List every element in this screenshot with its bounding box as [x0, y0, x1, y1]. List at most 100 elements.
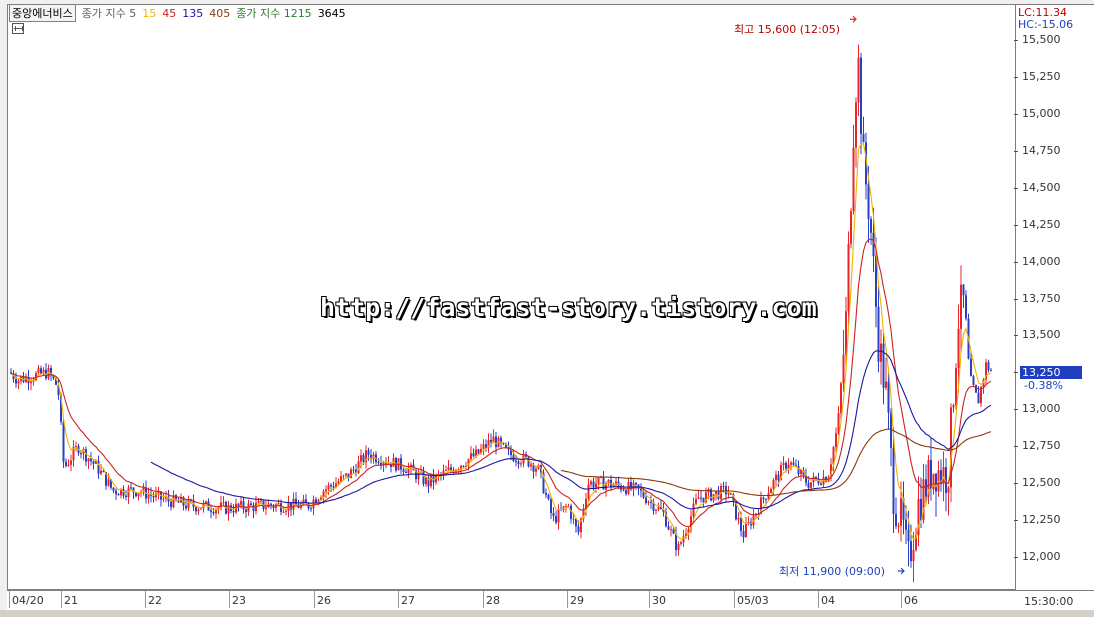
y-tick-label: 14,000	[1014, 254, 1061, 268]
ma-135-value: 135	[182, 6, 204, 20]
candle-body	[877, 306, 880, 362]
candle-body	[340, 476, 342, 482]
candle-body	[935, 473, 937, 492]
candle-body	[680, 542, 682, 545]
candle-body	[17, 380, 20, 384]
candle-body	[745, 523, 747, 538]
candle-body	[670, 529, 672, 531]
candle-body	[650, 501, 652, 503]
candle-body	[260, 500, 262, 502]
y-tick-label: 12,500	[1014, 476, 1061, 490]
ma-line-45	[150, 350, 992, 510]
candle-body	[147, 494, 150, 499]
y-tick-label: 15,000	[1014, 106, 1061, 120]
candle-body	[910, 541, 912, 562]
y-tick-label: 12,250	[1014, 513, 1061, 527]
candle-body	[987, 362, 990, 371]
hc-value: HC:-15.06	[1018, 18, 1074, 31]
high-marker	[850, 15, 857, 23]
x-tick-label: 30	[649, 591, 666, 608]
ma-405-value: 405	[209, 6, 231, 20]
watermark-text: http://fastfast-story.tistory.com	[320, 293, 817, 322]
candle-body	[577, 526, 580, 533]
candle-body	[237, 503, 240, 507]
candle-body	[790, 462, 792, 465]
time-axis[interactable]: 04/20 21 22 23 26 27 28 29 30 05/03 04 06	[7, 590, 1016, 611]
candle-body	[635, 482, 637, 485]
candle-body	[137, 493, 140, 497]
candle-body	[342, 475, 345, 477]
candle-body	[30, 381, 32, 384]
candle-body	[647, 501, 650, 503]
candle-body	[130, 487, 132, 489]
y-tick-label: 12,000	[1014, 550, 1061, 563]
candle-body	[490, 439, 492, 443]
candle-body	[470, 453, 472, 460]
candle-body	[677, 544, 680, 550]
y-tick-label: 13,500	[1014, 328, 1061, 342]
candle-body	[100, 470, 102, 474]
candle-body	[445, 470, 447, 472]
candle-body	[692, 503, 695, 517]
candle-body	[772, 480, 775, 489]
price-axis[interactable]: LC:11.34 HC:-15.06 15,500 15,250 15,000 14,…	[1014, 4, 1094, 591]
time-readout: 15:30:00	[1016, 590, 1094, 611]
candle-body	[587, 484, 590, 499]
candle-body	[172, 495, 175, 508]
candle-body	[595, 483, 597, 488]
candle-body	[657, 506, 660, 510]
candle-body	[667, 526, 670, 530]
high-annotation: 최고 15,600 (12:05)	[734, 23, 841, 36]
candle-body	[482, 444, 485, 449]
candle-body	[425, 477, 427, 485]
x-tick-label: 04	[818, 591, 835, 608]
candle-body	[842, 354, 845, 384]
candle-body	[200, 508, 202, 510]
chart-legend: 중앙에너비스 종가 지수 5 15 45 135 405 종가 지수 1215 …	[9, 4, 352, 22]
candle-body	[912, 550, 915, 562]
candle-body	[450, 467, 452, 470]
candle-body	[92, 461, 95, 464]
y-tick-label: 15,500	[1014, 33, 1061, 46]
candle-body	[327, 484, 330, 490]
y-tick-label: 15,250	[1014, 69, 1061, 83]
candle-body	[212, 511, 215, 514]
candle-body	[477, 449, 480, 454]
candle-body	[332, 486, 335, 488]
x-tick-label: 23	[229, 591, 246, 608]
candle-body	[350, 469, 352, 479]
x-tick-label: 04/20	[9, 591, 44, 608]
candle-body	[330, 484, 332, 487]
candle-body	[492, 436, 495, 443]
candle-body	[325, 489, 327, 492]
candle-body	[112, 487, 115, 491]
candle-body	[552, 513, 555, 517]
candle-body	[185, 505, 187, 509]
candle-body	[892, 447, 895, 514]
candle-body	[377, 461, 380, 463]
candle-body	[970, 358, 972, 377]
candle-body	[860, 57, 862, 134]
candle-body	[880, 343, 882, 362]
candle-body	[590, 481, 592, 485]
candle-body	[837, 413, 840, 434]
candle-body	[847, 243, 850, 312]
ma2-value: 3645	[317, 6, 346, 20]
scrollbar-strip[interactable]	[0, 610, 1094, 617]
candle-body	[485, 444, 487, 448]
candle-body	[597, 477, 600, 484]
candle-body	[495, 436, 497, 448]
candle-body	[535, 468, 537, 472]
candle-body	[517, 461, 520, 465]
candle-body	[197, 509, 200, 512]
x-tick-label: 28	[483, 591, 500, 608]
candle-body	[785, 462, 787, 469]
grid-toggle-icon[interactable]	[12, 23, 24, 34]
change-percent: -0.38%	[1024, 379, 1063, 392]
candle-body	[162, 498, 165, 500]
candle-body	[195, 506, 197, 512]
candle-body	[62, 421, 65, 462]
low-marker	[898, 567, 905, 575]
y-tick-label: 14,250	[1014, 217, 1061, 231]
symbol-name[interactable]: 중앙에너비스	[9, 4, 76, 22]
